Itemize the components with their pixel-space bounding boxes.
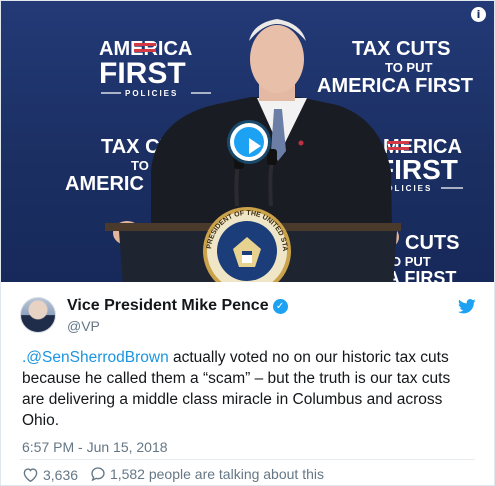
play-button[interactable] bbox=[230, 123, 268, 161]
left-sign-line2: FIRST bbox=[99, 57, 186, 90]
midleft-sign-line3: AMERIC bbox=[65, 173, 144, 195]
tweet-card: AMERICA FIRST POLICIES TAX CUTS TO PUT A… bbox=[0, 0, 495, 486]
divider bbox=[20, 459, 475, 460]
lowright-sign-line2: O PUT bbox=[391, 254, 431, 269]
tweet-text: .@SenSherrodBrown actually voted no on o… bbox=[22, 347, 472, 431]
talking-text: 1,582 people are talking about this bbox=[109, 466, 324, 482]
avatar[interactable] bbox=[20, 297, 56, 333]
author-name-text: Vice President Mike Pence bbox=[67, 297, 269, 314]
verified-badge-icon: ✓ bbox=[272, 299, 288, 314]
mention-link[interactable]: .@SenSherrodBrown bbox=[22, 349, 169, 366]
author-name[interactable]: Vice President Mike Pence ✓ bbox=[67, 297, 288, 315]
lowright-sign-line3: A FIRST bbox=[387, 268, 456, 282]
lowright-sign-line1: CUTS bbox=[405, 232, 459, 254]
right-sign-line2: TO PUT bbox=[385, 60, 432, 75]
heart-icon bbox=[23, 468, 38, 482]
author-handle[interactable]: @VP bbox=[67, 318, 100, 334]
conversation-link[interactable]: 1,582 people are talking about this bbox=[90, 466, 324, 482]
info-icon[interactable]: i bbox=[471, 7, 486, 22]
like-count: 3,636 bbox=[43, 466, 79, 483]
tweet-actions: 3,636 1,582 people are talking about thi… bbox=[22, 466, 332, 485]
right-sign-line3: AMERICA FIRST bbox=[317, 75, 473, 97]
twitter-bird-icon[interactable] bbox=[458, 299, 476, 314]
like-button[interactable]: 3,636 bbox=[22, 467, 78, 483]
tweet-video[interactable]: AMERICA FIRST POLICIES TAX CUTS TO PUT A… bbox=[1, 1, 494, 282]
right-sign-line1: TAX CUTS bbox=[352, 38, 451, 60]
left-sign-line3: POLICIES bbox=[125, 89, 178, 98]
play-icon bbox=[234, 127, 264, 157]
tweet-timestamp[interactable]: 6:57 PM - Jun 15, 2018 bbox=[22, 439, 168, 455]
reply-bubble-icon bbox=[91, 467, 105, 482]
